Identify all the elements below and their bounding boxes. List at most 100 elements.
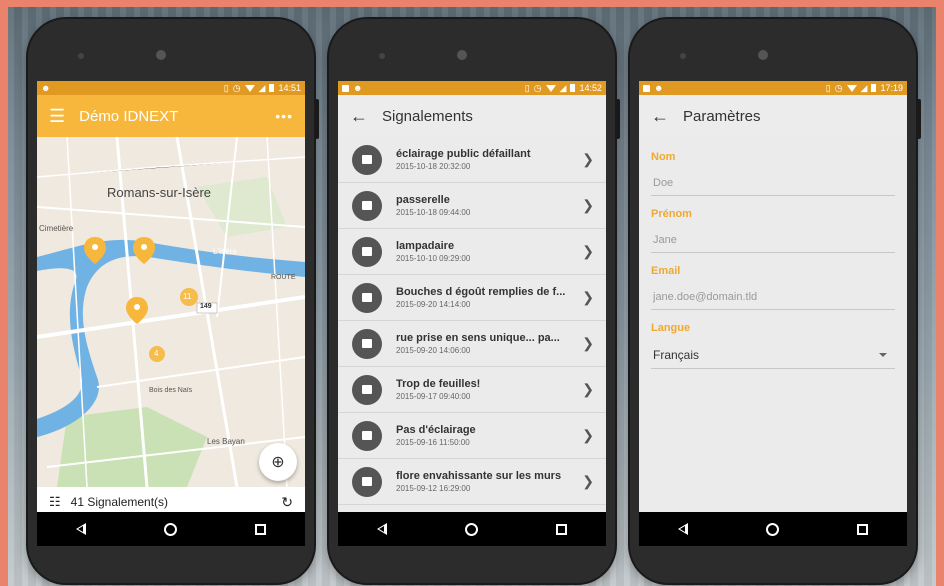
battery-icon bbox=[871, 84, 877, 92]
item-title: Pas d'éclairage bbox=[396, 424, 476, 436]
camera bbox=[156, 50, 166, 60]
recents-nav-icon[interactable] bbox=[556, 523, 567, 535]
langue-label: Langue bbox=[651, 322, 691, 334]
page-title: Paramètres bbox=[683, 107, 761, 125]
screen-settings: ☻ ▯ ◷ ◢ 17:19 ← Paramètres Nom Doe Préno… bbox=[639, 81, 907, 546]
chevron-right-icon: ❯ bbox=[582, 335, 594, 351]
settings-form: Nom Doe Prénom Jane Email jane.doe@domai… bbox=[639, 137, 907, 512]
list-icon[interactable]: ☷ bbox=[49, 494, 61, 510]
back-arrow-icon[interactable]: ← bbox=[350, 106, 368, 127]
item-date: 2015-10-10 09:29:00 bbox=[396, 254, 471, 263]
battery-icon bbox=[570, 84, 576, 92]
map-label: Les Bayan bbox=[207, 437, 245, 446]
app-bar: ← Signalements bbox=[338, 95, 606, 137]
chevron-right-icon: ❯ bbox=[582, 381, 594, 397]
wifi-icon bbox=[545, 84, 556, 92]
status-bar: ☻ ▯ ◷ ◢ 14:51 bbox=[37, 81, 305, 95]
item-title: éclairage public défaillant bbox=[396, 148, 531, 160]
image-notif-icon bbox=[643, 84, 650, 92]
list-item[interactable]: Trop de feuilles! 2015-09-17 09:40:00 ❯ bbox=[338, 367, 606, 413]
map-label: L'Isère bbox=[213, 247, 237, 256]
speaker-dot bbox=[78, 53, 84, 59]
list-item[interactable]: Bouches d égoût remplies de f... 2015-09-… bbox=[338, 275, 606, 321]
prenom-field[interactable]: Jane bbox=[651, 220, 895, 253]
report-list: éclairage public défaillant 2015-10-18 20… bbox=[338, 137, 606, 512]
list-item[interactable]: Pas d'éclairage 2015-09-16 11:50:00 ❯ bbox=[338, 413, 606, 459]
map-label: Bois des Naïs bbox=[149, 387, 193, 394]
app-bar: ← Paramètres bbox=[639, 95, 907, 137]
wifi-icon bbox=[846, 84, 857, 92]
more-icon[interactable]: ••• bbox=[275, 108, 293, 124]
chevron-right-icon: ❯ bbox=[582, 427, 594, 443]
background-frame: ☻ ▯ ◷ ◢ 14:51 ☰ Démo IDNEXT ••• Romans-s… bbox=[8, 7, 936, 586]
signal-icon: ◢ bbox=[860, 82, 868, 93]
item-title: passerelle bbox=[396, 194, 450, 206]
alarm-icon: ◷ bbox=[834, 82, 843, 93]
nav-bar bbox=[37, 512, 305, 546]
item-title: Bouches d égoût remplies de f... bbox=[396, 286, 566, 298]
image-icon bbox=[352, 236, 382, 267]
locate-button[interactable]: ⊕ bbox=[259, 443, 297, 481]
status-bar: ☻ ▯ ◷ ◢ 17:19 bbox=[639, 81, 907, 95]
nav-bar bbox=[338, 512, 606, 546]
app-title: Démo IDNEXT bbox=[79, 107, 179, 125]
phone-map: ☻ ▯ ◷ ◢ 14:51 ☰ Démo IDNEXT ••• Romans-s… bbox=[28, 19, 319, 583]
refresh-icon[interactable]: ↻ bbox=[281, 494, 293, 511]
map-label: ROUTE bbox=[271, 274, 296, 281]
speaker-dot bbox=[680, 53, 686, 59]
back-nav-icon[interactable] bbox=[377, 523, 387, 535]
nav-bar bbox=[639, 512, 907, 546]
alarm-icon: ◷ bbox=[232, 82, 241, 93]
hamburger-icon[interactable]: ☰ bbox=[49, 106, 65, 127]
list-item[interactable]: lampadaire 2015-10-10 09:29:00 ❯ bbox=[338, 229, 606, 275]
camera bbox=[758, 50, 768, 60]
image-icon bbox=[352, 374, 382, 405]
list-item[interactable]: rue prise en sens unique... pa... 2015-09… bbox=[338, 321, 606, 367]
screen-map: ☻ ▯ ◷ ◢ 14:51 ☰ Démo IDNEXT ••• Romans-s… bbox=[37, 81, 305, 546]
prenom-label: Prénom bbox=[651, 208, 692, 220]
side-button bbox=[314, 99, 319, 139]
chevron-right-icon: ❯ bbox=[582, 197, 594, 213]
back-nav-icon[interactable] bbox=[76, 523, 86, 535]
image-icon bbox=[352, 328, 382, 359]
item-date: 2015-09-16 11:50:00 bbox=[396, 438, 470, 447]
side-button bbox=[615, 99, 620, 139]
home-nav-icon[interactable] bbox=[164, 522, 177, 536]
battery-icon bbox=[269, 84, 275, 92]
item-date: 2015-09-17 09:40:00 bbox=[396, 392, 471, 401]
status-bar: ☻ ▯ ◷ ◢ 14:52 bbox=[338, 81, 606, 95]
recents-nav-icon[interactable] bbox=[857, 523, 868, 535]
status-time: 17:19 bbox=[880, 83, 903, 93]
map-view[interactable]: Romans-sur-Isère Cimetière L'Isère ROUTE… bbox=[37, 137, 305, 487]
list-item[interactable]: éclairage public défaillant 2015-10-18 20… bbox=[338, 137, 606, 183]
vibrate-icon: ▯ bbox=[524, 82, 530, 93]
wifi-icon bbox=[244, 84, 255, 92]
image-icon bbox=[352, 282, 382, 313]
page-title: Signalements bbox=[382, 107, 473, 125]
phone-list: ☻ ▯ ◷ ◢ 14:52 ← Signalements éclairage p… bbox=[329, 19, 620, 583]
image-icon bbox=[352, 144, 382, 175]
target-icon: ⊕ bbox=[271, 454, 285, 471]
alarm-icon: ◷ bbox=[533, 82, 542, 93]
app-bar: ☰ Démo IDNEXT ••• bbox=[37, 95, 305, 137]
cluster-count: 11 bbox=[183, 292, 192, 301]
home-nav-icon[interactable] bbox=[766, 522, 779, 536]
recents-nav-icon[interactable] bbox=[255, 523, 266, 535]
item-title: rue prise en sens unique... pa... bbox=[396, 332, 560, 344]
android-icon: ☻ bbox=[41, 83, 51, 93]
chevron-right-icon: ❯ bbox=[582, 473, 594, 489]
home-nav-icon[interactable] bbox=[465, 522, 478, 536]
status-time: 14:52 bbox=[579, 83, 602, 93]
email-field[interactable]: jane.doe@domain.tld bbox=[651, 277, 895, 310]
back-arrow-icon[interactable]: ← bbox=[651, 106, 669, 127]
camera bbox=[457, 50, 467, 60]
langue-select[interactable]: Français bbox=[651, 334, 895, 369]
nom-field[interactable]: Doe bbox=[651, 163, 895, 196]
item-date: 2015-09-12 16:29:00 bbox=[396, 484, 471, 493]
list-item[interactable]: passerelle 2015-10-18 09:44:00 ❯ bbox=[338, 183, 606, 229]
back-nav-icon[interactable] bbox=[678, 523, 688, 535]
list-item[interactable]: flore envahissante sur les murs 2015-09-1… bbox=[338, 459, 606, 505]
item-date: 2015-09-20 14:14:00 bbox=[396, 300, 471, 309]
signal-icon: ◢ bbox=[559, 82, 567, 93]
item-title: Trop de feuilles! bbox=[396, 378, 481, 390]
